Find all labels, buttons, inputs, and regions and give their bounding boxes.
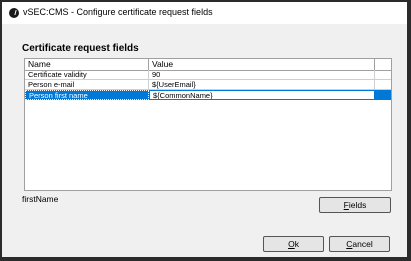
title-bar[interactable]: vSEC:CMS - Configure certificate request… bbox=[2, 2, 407, 24]
ok-button-label: k bbox=[294, 239, 299, 249]
cell-name[interactable]: Person first name bbox=[25, 90, 149, 100]
dialog-content: Certificate request fields Name Value Ce… bbox=[2, 24, 407, 257]
fields-button[interactable]: Fields bbox=[319, 197, 391, 213]
cell-value[interactable]: 90 bbox=[149, 70, 375, 80]
cell-filler bbox=[375, 80, 391, 90]
dialog-window: vSEC:CMS - Configure certificate request… bbox=[1, 1, 408, 258]
fields-grid[interactable]: Name Value Certificate validity 90 Perso… bbox=[24, 58, 392, 191]
table-row[interactable]: Person e-mail ${UserEmail} bbox=[25, 80, 391, 90]
column-header-name[interactable]: Name bbox=[25, 59, 149, 70]
fields-button-label: ields bbox=[348, 200, 367, 210]
section-heading: Certificate request fields bbox=[22, 43, 139, 54]
cancel-button-label: ancel bbox=[352, 239, 373, 249]
column-header-value[interactable]: Value bbox=[149, 59, 375, 70]
column-header-filler bbox=[375, 59, 391, 70]
app-logo-icon bbox=[9, 8, 19, 18]
ok-button[interactable]: Ok bbox=[263, 236, 324, 252]
cell-value[interactable]: ${UserEmail} bbox=[149, 80, 375, 90]
table-row-selected[interactable]: Person first name ${CommonName} bbox=[25, 90, 391, 100]
cell-filler bbox=[375, 70, 391, 80]
cancel-button[interactable]: Cancel bbox=[329, 236, 390, 252]
table-row[interactable]: Certificate validity 90 bbox=[25, 70, 391, 80]
cell-filler bbox=[375, 90, 391, 100]
cell-name[interactable]: Certificate validity bbox=[25, 70, 149, 80]
window-title: vSEC:CMS - Configure certificate request… bbox=[23, 7, 213, 17]
cell-value-editing[interactable]: ${CommonName} bbox=[149, 90, 375, 100]
selected-field-name: firstName bbox=[22, 194, 59, 204]
cell-name[interactable]: Person e-mail bbox=[25, 80, 149, 90]
ok-button-mnemonic: O bbox=[288, 239, 295, 249]
